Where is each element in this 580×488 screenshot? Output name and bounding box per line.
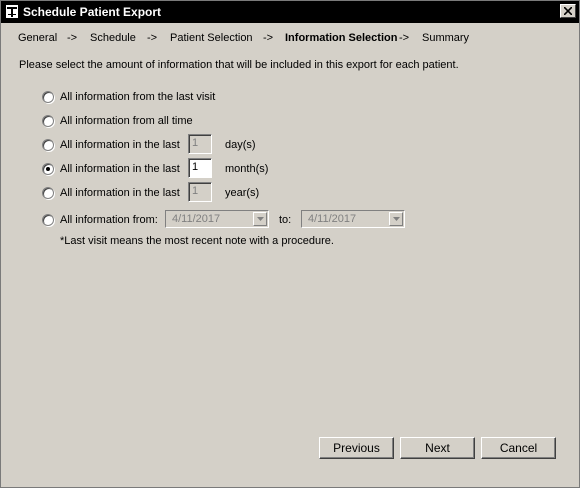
months-input[interactable]: 1: [188, 158, 212, 178]
previous-button[interactable]: Previous: [319, 437, 394, 459]
next-button[interactable]: Next: [400, 437, 475, 459]
last-visit-radio[interactable]: [42, 91, 54, 103]
title-bar: Schedule Patient Export: [1, 1, 579, 23]
from-date-picker[interactable]: 4/11/2017: [165, 210, 269, 228]
step-information-selection: Information Selection: [285, 32, 398, 44]
years-input[interactable]: 1: [188, 182, 212, 202]
last-visit-note: *Last visit means the most recent note w…: [60, 235, 334, 247]
years-unit-label: year(s): [225, 187, 260, 199]
step-separator: ->: [147, 32, 158, 44]
to-label: to:: [279, 214, 292, 226]
from-date-value: 4/11/2017: [172, 213, 221, 225]
step-patient-selection: Patient Selection: [170, 32, 253, 44]
to-date-value: 4/11/2017: [308, 213, 357, 225]
days-input[interactable]: 1: [188, 134, 212, 154]
option-last-days[interactable]: All information in the last 1 day(s): [42, 134, 562, 156]
radio-selected-dot: [46, 167, 50, 171]
days-unit-label: day(s): [225, 139, 256, 151]
all-time-radio[interactable]: [42, 115, 54, 127]
cancel-button[interactable]: Cancel: [481, 437, 556, 459]
option-label: All information from:: [60, 214, 158, 226]
chevron-down-icon: [393, 217, 400, 221]
step-separator: ->: [263, 32, 274, 44]
to-date-picker[interactable]: 4/11/2017: [301, 210, 405, 228]
last-days-radio[interactable]: [42, 139, 54, 151]
window-title: Schedule Patient Export: [23, 5, 162, 19]
step-summary: Summary: [422, 32, 470, 44]
option-label: All information from all time: [60, 115, 193, 127]
option-label: All information from the last visit: [60, 91, 216, 103]
date-range-radio[interactable]: [42, 214, 54, 226]
step-schedule: Schedule: [90, 32, 136, 44]
last-years-radio[interactable]: [42, 187, 54, 199]
dropdown-button[interactable]: [389, 212, 403, 226]
step-separator: ->: [67, 32, 78, 44]
close-icon: [564, 7, 572, 15]
chevron-down-icon: [257, 217, 264, 221]
last-months-radio[interactable]: [42, 163, 54, 175]
step-separator: ->: [399, 32, 410, 44]
months-unit-label: month(s): [225, 163, 269, 175]
instruction-text: Please select the amount of information …: [19, 59, 459, 71]
close-button[interactable]: [560, 4, 576, 18]
option-last-visit[interactable]: All information from the last visit: [42, 90, 562, 108]
option-label: All information in the last: [60, 163, 180, 175]
option-label: All information in the last: [60, 187, 180, 199]
wizard-breadcrumb: General -> Schedule -> Patient Selection…: [1, 32, 579, 48]
option-all-time[interactable]: All information from all time: [42, 114, 562, 132]
option-last-years[interactable]: All information in the last 1 year(s): [42, 182, 562, 204]
option-label: All information in the last: [60, 139, 180, 151]
option-last-months[interactable]: All information in the last 1 month(s): [42, 158, 562, 180]
option-date-range[interactable]: All information from: 4/11/2017 to: 4/11…: [42, 210, 562, 231]
dropdown-button[interactable]: [253, 212, 267, 226]
step-general: General: [18, 32, 58, 44]
app-icon: [5, 4, 19, 19]
schedule-patient-export-dialog: Schedule Patient Export General -> Sched…: [0, 0, 580, 488]
